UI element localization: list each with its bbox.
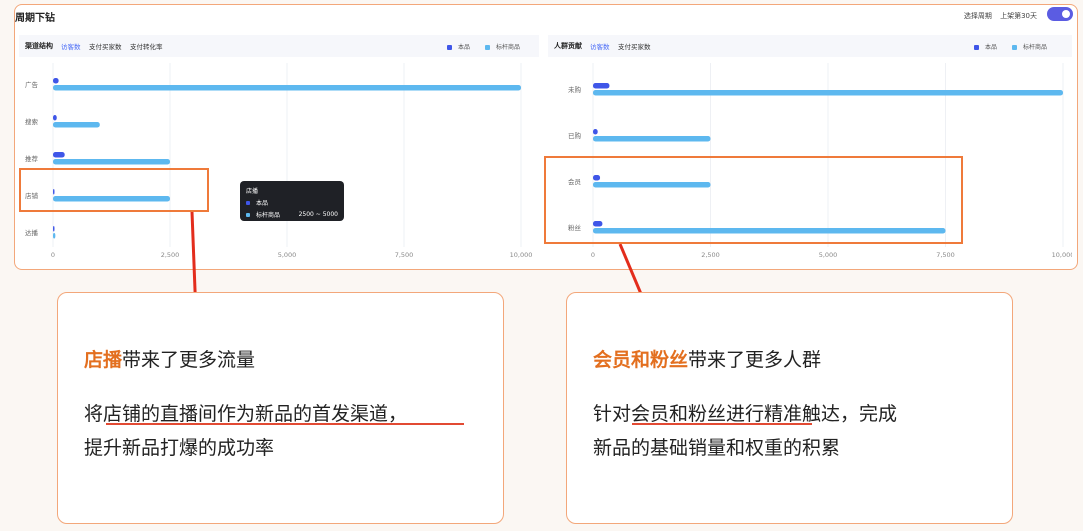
bar-benchmark (53, 122, 100, 128)
x-tick-label: 7,500 (936, 251, 955, 259)
legend-item-benchmark[interactable]: 标杆商品 (1012, 42, 1047, 51)
card-line-1: 针对会员和粉丝进行精准触达，完成 (593, 403, 898, 425)
x-tick-label: 10,000 (510, 251, 533, 259)
bar-own (53, 78, 59, 84)
y-category-label: 已购 (568, 131, 582, 140)
insight-card-members-fans: 会员和粉丝带来了更多人群 针对会员和粉丝进行精准触达，完成 新品的基础销量和权重… (566, 292, 1013, 524)
card-title-rest: 带来了更多流量 (122, 349, 256, 371)
card-title-highlight: 会员和粉丝 (593, 349, 689, 371)
bar-benchmark (53, 233, 56, 239)
tab-paying-buyers[interactable]: 支付买家数 (89, 41, 122, 51)
y-category-label: 广告 (25, 80, 39, 89)
legend-item-own[interactable]: 本品 (974, 42, 997, 51)
x-tick-label: 7,500 (395, 251, 414, 259)
period-label: 选择周期 (963, 12, 992, 20)
crowd-panel-title: 人群贡献 (554, 42, 582, 50)
legend-label-benchmark: 标杆商品 (1023, 44, 1048, 51)
highlight-box-members-fans (544, 156, 963, 244)
period-value: 上架第30天 (1000, 12, 1037, 20)
period-selector[interactable]: 选择周期 上架第30天 (958, 11, 1037, 21)
legend-swatch-benchmark (485, 45, 490, 50)
y-category-label: 搜索 (25, 117, 39, 126)
tooltip-swatch-benchmark (246, 212, 250, 217)
card-title-rest: 带来了更多人群 (688, 349, 822, 371)
bar-benchmark (53, 159, 170, 165)
y-category-label: 推荐 (25, 154, 39, 163)
card-line-2: 新品的基础销量和权重的积累 (593, 437, 841, 459)
card-line-1: 将店铺的直播间作为新品的首发渠道， (84, 403, 408, 425)
bar-benchmark (593, 90, 1063, 96)
card-title: 店播带来了更多流量 (84, 345, 255, 372)
tooltip-label-benchmark: 标杆商品 (256, 212, 281, 219)
x-tick-label: 0 (591, 251, 595, 259)
card-title-highlight: 店播 (84, 349, 123, 371)
legend-swatch-benchmark (1012, 45, 1017, 50)
card-line-2: 提升新品打爆的成功率 (84, 437, 275, 459)
bar-own (53, 226, 55, 232)
card-title: 会员和粉丝带来了更多人群 (593, 345, 821, 372)
legend-label-own: 本品 (458, 44, 471, 51)
legend-item-benchmark[interactable]: 标杆商品 (485, 42, 520, 51)
x-tick-label: 5,000 (278, 251, 297, 259)
bar-benchmark (53, 85, 521, 91)
tooltip-value-benchmark: 2500 ~ 5000 (298, 211, 338, 218)
x-tick-label: 10,000 (1052, 251, 1072, 259)
legend-label-own: 本品 (985, 44, 998, 51)
legend-label-benchmark: 标杆商品 (496, 44, 521, 51)
channel-bar-chart[interactable]: 0 2,500 5,000 7,500 10,000广告搜索推荐店铺达播 (19, 57, 539, 267)
y-category-label: 达播 (25, 228, 39, 237)
tab-conversion-rate[interactable]: 支付转化率 (130, 41, 163, 51)
underline-emphasis (632, 423, 812, 425)
underline-emphasis (106, 423, 464, 425)
tooltip-row-own: 本品 (246, 198, 338, 207)
channel-panel-title: 渠道结构 (25, 42, 53, 50)
tooltip-label-own: 本品 (256, 200, 269, 207)
insight-card-store-live: 店播带来了更多流量 将店铺的直播间作为新品的首发渠道， 提升新品打爆的成功率 (57, 292, 504, 524)
bar-benchmark (593, 136, 711, 142)
bar-own (53, 152, 65, 158)
legend-item-own[interactable]: 本品 (447, 42, 470, 51)
tab-visitors[interactable]: 访客数 (590, 41, 610, 51)
tooltip-row-benchmark: 标杆商品 2500 ~ 5000 (246, 210, 338, 219)
bar-own (53, 115, 57, 121)
legend-swatch-own (974, 45, 979, 50)
x-tick-label: 2,500 (701, 251, 720, 259)
bar-own (593, 83, 610, 89)
toggle-switch[interactable] (1047, 7, 1073, 21)
channel-structure-panel: 渠道结构 访客数 支付买家数 支付转化率 本品 标杆商品 0 2,500 5,000… (19, 35, 539, 267)
channel-panel-header: 渠道结构 访客数 支付买家数 支付转化率 本品 标杆商品 (19, 35, 539, 57)
tooltip-title: 店播 (246, 188, 259, 195)
y-category-label: 未购 (568, 85, 582, 94)
x-tick-label: 5,000 (819, 251, 838, 259)
chart-tooltip: 店播 本品 标杆商品 2500 ~ 5000 (240, 181, 344, 221)
legend-swatch-own (447, 45, 452, 50)
page-title: 周期下钻 (15, 13, 55, 24)
x-tick-label: 2,500 (161, 251, 180, 259)
highlight-box-store-live (19, 168, 209, 212)
tooltip-swatch-own (246, 200, 250, 205)
tab-paying-buyers[interactable]: 支付买家数 (618, 41, 651, 51)
bar-own (593, 129, 598, 135)
x-tick-label: 0 (51, 251, 55, 259)
tab-visitors[interactable]: 访客数 (61, 41, 81, 51)
crowd-panel-header: 人群贡献 访客数 支付买家数 本品 标杆商品 (548, 35, 1072, 57)
